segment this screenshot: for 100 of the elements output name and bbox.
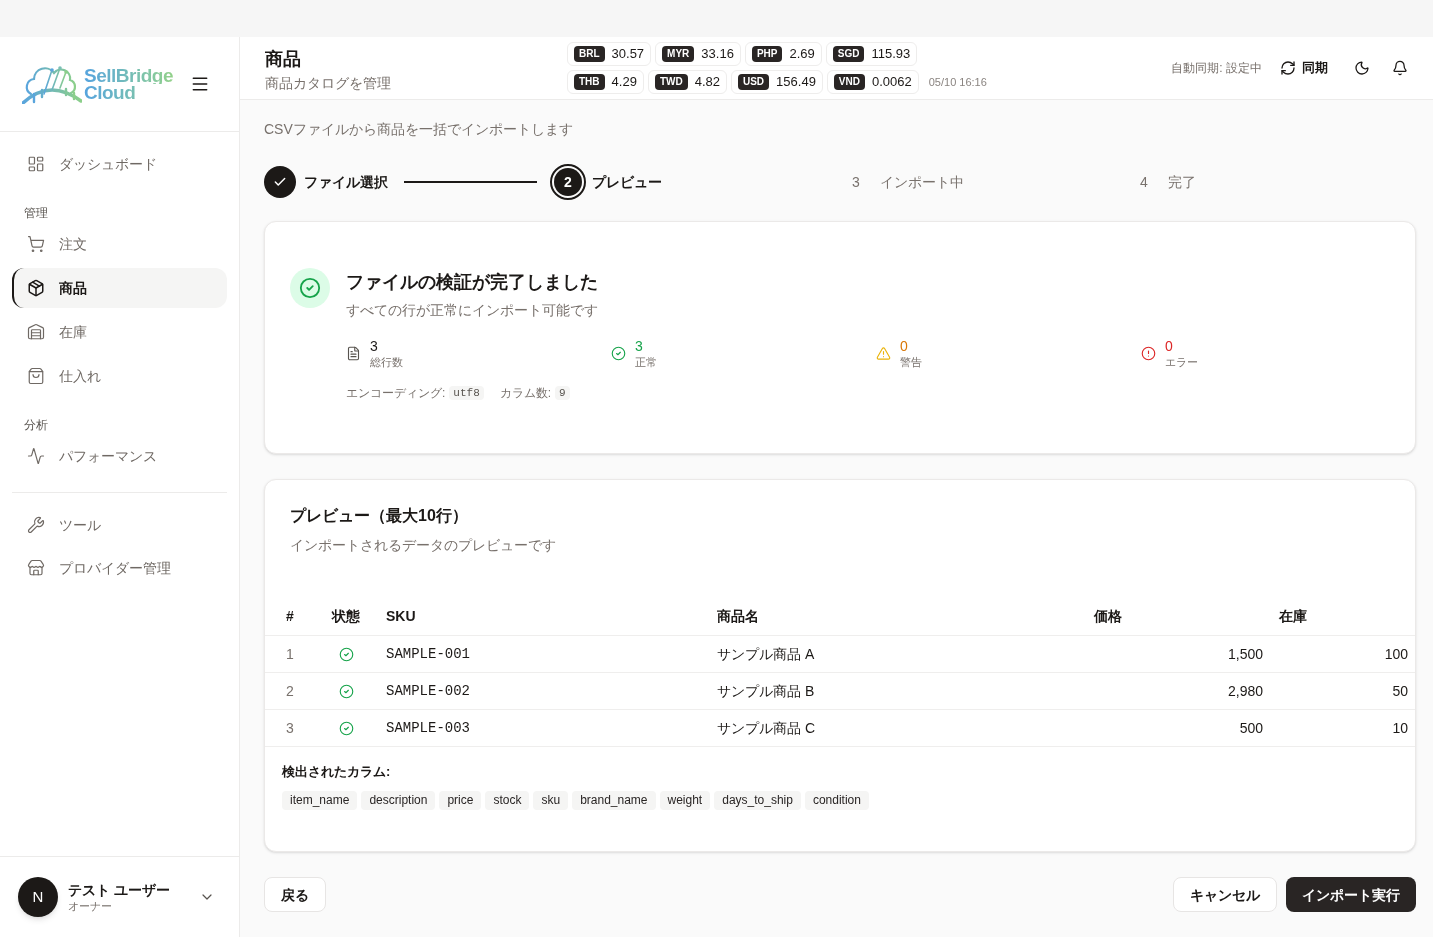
validation-title: ファイルの検証が完了しました [346, 271, 599, 294]
step-label: プレビュー [592, 173, 662, 192]
column-tag: description [361, 790, 436, 810]
table-cell: サンプル商品 A [701, 635, 1078, 672]
sidebar-item[interactable]: パフォーマンス [12, 436, 227, 476]
table-cell: SAMPLE-002 [376, 672, 701, 709]
nav-section-heading: 管理 [23, 205, 49, 221]
step-number: 4 [1139, 173, 1149, 192]
rate-value: 30.57 [611, 46, 645, 62]
brand-name: SellBridge [84, 67, 173, 84]
stat-label: 警告 [900, 355, 922, 369]
cancel-button[interactable]: キャンセル [1173, 877, 1277, 912]
sidebar-item[interactable]: 仕入れ [12, 356, 227, 396]
menu-icon[interactable] [190, 74, 210, 94]
table-cell: 500 [1078, 709, 1271, 746]
column-tag: days_to_ship [714, 790, 801, 810]
preview-title: プレビュー（最大10行） [290, 506, 469, 526]
stat-label: 総行数 [370, 355, 403, 369]
cloud-bridge-icon [22, 64, 82, 104]
back-button[interactable]: 戻る [264, 877, 326, 912]
document-icon [346, 345, 361, 361]
step-number: 3 [851, 173, 861, 192]
column-header: 状態 [316, 597, 376, 635]
step-label: ファイル選択 [304, 173, 388, 192]
user-role: オーナー [68, 899, 113, 913]
rate-value: 156.49 [776, 74, 816, 90]
table-cell: サンプル商品 B [701, 672, 1078, 709]
column-tag: stock [485, 790, 530, 810]
storefront-icon [27, 559, 45, 577]
stat-value: 0 [1165, 337, 1174, 355]
rates-timestamp: 05/10 16:16 [928, 74, 987, 90]
encoding-value: utf8 [449, 385, 484, 401]
table-cell: 10 [1271, 709, 1415, 746]
step-number: 2 [550, 164, 586, 200]
currency-code: TWD [654, 74, 688, 90]
stat-value: 3 [635, 337, 644, 355]
sidebar-item[interactable]: 在庫 [12, 312, 227, 352]
auto-sync-status: 自動同期: 設定中 [1171, 60, 1262, 76]
rate-value: 115.93 [871, 46, 911, 62]
sidebar-item[interactable]: ツール [12, 505, 227, 545]
step-label: 完了 [1168, 173, 1196, 192]
sidebar-item[interactable]: 注文 [12, 224, 227, 264]
table-cell: 2,980 [1078, 672, 1271, 709]
user-name: テスト ユーザー [68, 881, 170, 899]
bag-icon [27, 367, 45, 385]
table-cell: 50 [1271, 672, 1415, 709]
table-cell: 3 [265, 709, 316, 746]
user-avatar[interactable]: N [18, 877, 58, 917]
stat-label: エラー [1165, 355, 1198, 369]
stat-value: 0 [900, 337, 909, 355]
import-button[interactable]: インポート実行 [1286, 877, 1416, 912]
stat-value: 3 [370, 337, 379, 355]
currency-code: BRL [574, 46, 605, 62]
sidebar-item[interactable]: 商品 [12, 268, 227, 308]
column-header: SKU [376, 597, 701, 635]
pulse-line-icon [27, 447, 45, 465]
column-count-label: カラム数: [499, 385, 552, 401]
header-subtitle: 商品カタログを管理 [265, 73, 392, 93]
refresh-icon [1280, 60, 1296, 76]
column-tag: condition [804, 790, 869, 810]
rate-value: 4.82 [694, 74, 720, 90]
currency-code: MYR [662, 46, 695, 62]
rate-value: 2.69 [789, 46, 815, 62]
currency-code: SGD [832, 46, 865, 62]
wrench-icon [27, 516, 45, 534]
step-label: インポート中 [880, 173, 964, 192]
column-tag: price [439, 790, 482, 810]
page-subtitle: CSVファイルから商品を一括でインポートします [264, 120, 574, 139]
check-circle-icon [611, 345, 626, 361]
sync-button[interactable]: 同期 [1268, 52, 1340, 84]
moon-icon [1354, 60, 1370, 76]
column-tag: sku [533, 790, 569, 810]
sidebar-item[interactable]: ダッシュボード [12, 144, 227, 184]
table-cell: 2 [265, 672, 316, 709]
dashboard-grid-icon [27, 155, 45, 173]
validation-description: すべての行が正常にインポート可能です [346, 301, 599, 320]
rate-value: 33.16 [701, 46, 734, 62]
stat-label: 正常 [635, 355, 657, 369]
preview-description: インポートされるデータのプレビューです [290, 536, 557, 555]
column-header: 在庫 [1271, 597, 1415, 635]
sidebar-item[interactable]: プロバイダー管理 [12, 548, 227, 588]
rate-value: 0.0062 [872, 74, 912, 90]
success-check-icon [290, 268, 330, 308]
box-icon [27, 279, 45, 297]
currency-code: THB [574, 74, 605, 90]
table-cell: SAMPLE-003 [376, 709, 701, 746]
alert-circle-icon [1141, 345, 1156, 361]
encoding-label: エンコーディング: [346, 385, 446, 401]
currency-code: USD [737, 74, 770, 90]
column-header: 商品名 [701, 597, 1078, 635]
column-header: # [265, 597, 316, 635]
column-count-value: 9 [555, 385, 570, 401]
table-cell: SAMPLE-001 [376, 635, 701, 672]
column-tag: weight [659, 790, 711, 810]
table-cell: サンプル商品 C [701, 709, 1078, 746]
table-cell: 100 [1271, 635, 1415, 672]
column-tag: brand_name [572, 790, 656, 810]
bell-icon [1392, 60, 1408, 76]
column-tag: item_name [282, 790, 358, 810]
currency-code: PHP [751, 46, 783, 62]
